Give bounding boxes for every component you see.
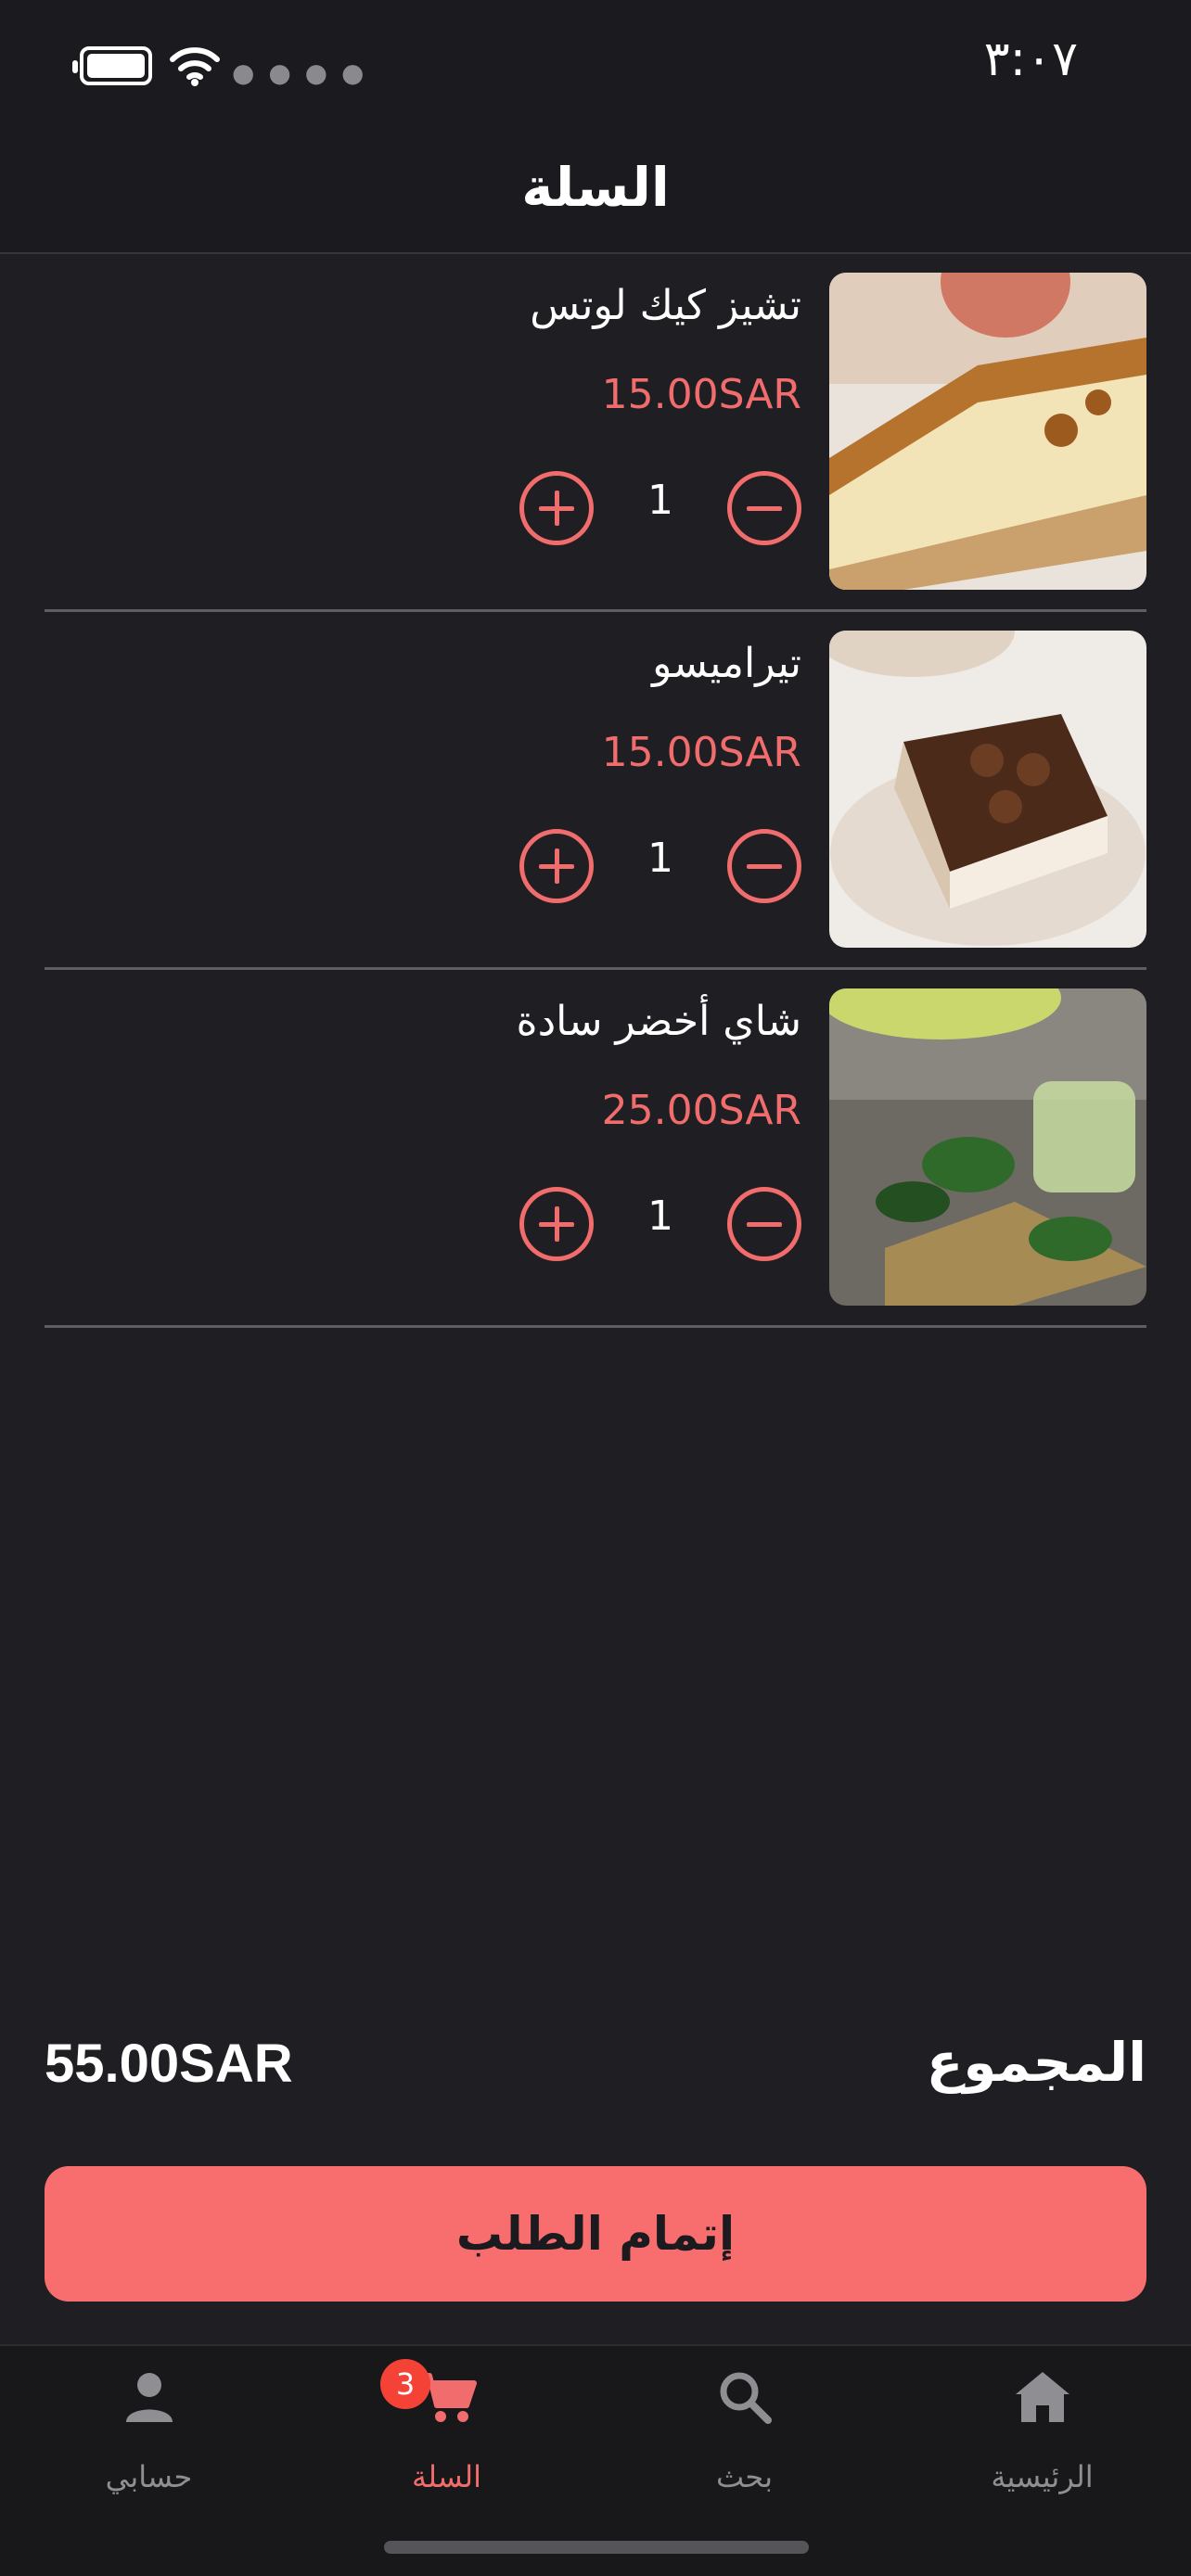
tab-cart[interactable]: السلة <box>298 2346 596 2513</box>
item-name: تيراميسو <box>652 640 801 687</box>
decrease-quantity-button[interactable] <box>727 471 801 545</box>
decrease-quantity-button[interactable] <box>727 1187 801 1261</box>
increase-quantity-button[interactable] <box>519 1187 594 1261</box>
cart-item: شاي أخضر سادة 25.00SAR 1 <box>45 970 1146 1328</box>
item-price: 15.00SAR <box>601 371 801 418</box>
search-icon <box>720 2372 772 2424</box>
quantity-stepper: 1 <box>519 467 801 547</box>
navigation-bar: السلة <box>0 130 1191 254</box>
cart-badge: 3 <box>380 2359 430 2409</box>
tab-cart-label: السلة <box>412 2459 481 2494</box>
status-time: ٣:٠٧ <box>983 32 1078 87</box>
increase-quantity-button[interactable] <box>519 471 594 545</box>
cellular-signal-icon: ● ● ● ● <box>232 57 367 88</box>
tab-search-label: بحث <box>716 2459 773 2494</box>
tab-home[interactable]: الرئيسية <box>893 2346 1191 2513</box>
tab-search[interactable]: بحث <box>596 2346 893 2513</box>
wifi-icon <box>170 47 220 86</box>
quantity-value: 1 <box>647 835 673 882</box>
total-value: 55.00SAR <box>45 2034 293 2094</box>
page-title: السلة <box>521 156 670 219</box>
home-indicator <box>384 2541 809 2554</box>
battery-icon <box>72 46 152 85</box>
quantity-value: 1 <box>647 1192 673 1240</box>
item-price: 25.00SAR <box>601 1087 801 1134</box>
tab-bar: الرئيسية بحث السلة 3 حسابي <box>0 2344 1191 2576</box>
home-icon <box>1016 2372 1069 2422</box>
decrease-quantity-button[interactable] <box>727 829 801 903</box>
product-image-green-tea[interactable] <box>829 988 1146 1306</box>
product-image-cheesecake[interactable] <box>829 273 1146 590</box>
cart-item: تشيز كيك لوتس 15.00SAR 1 <box>45 254 1146 612</box>
item-name: شاي أخضر سادة <box>516 998 801 1045</box>
item-name: تشيز كيك لوتس <box>530 282 801 329</box>
checkout-button[interactable]: إتمام الطلب <box>45 2166 1146 2302</box>
product-image-tiramisu[interactable] <box>829 631 1146 948</box>
quantity-stepper: 1 <box>519 825 801 905</box>
tab-home-label: الرئيسية <box>991 2459 1094 2494</box>
quantity-value: 1 <box>647 477 673 524</box>
cart-item: تيراميسو 15.00SAR 1 <box>45 612 1146 970</box>
tab-account-label: حسابي <box>105 2459 193 2494</box>
tab-account[interactable]: حسابي <box>0 2346 298 2513</box>
increase-quantity-button[interactable] <box>519 829 594 903</box>
status-bar: ● ● ● ● ٣:٠٧ <box>0 0 1191 130</box>
total-label: المجموع <box>926 2031 1146 2094</box>
person-icon <box>126 2373 173 2422</box>
item-price: 15.00SAR <box>601 729 801 776</box>
quantity-stepper: 1 <box>519 1183 801 1263</box>
